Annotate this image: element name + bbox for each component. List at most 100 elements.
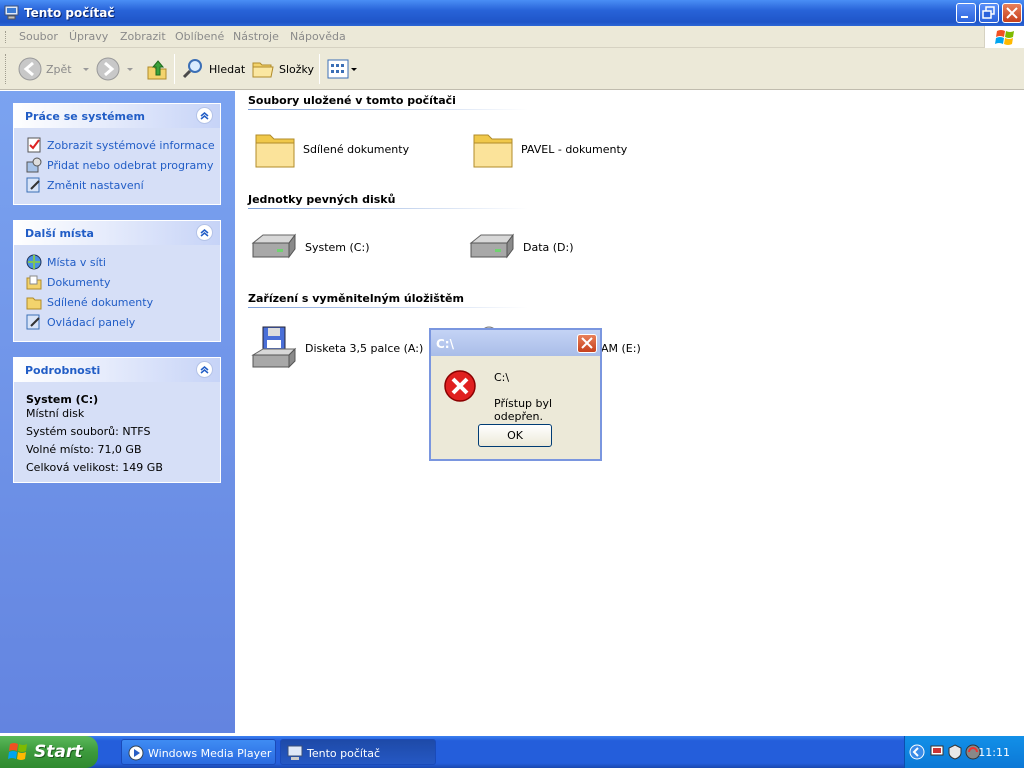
close-button[interactable] (1002, 3, 1022, 23)
start-label: Start (34, 742, 83, 762)
dialog-close-button[interactable] (577, 334, 597, 353)
start-button[interactable]: Start (0, 736, 98, 768)
forward-arrow-icon (96, 57, 120, 81)
drive-item[interactable]: System (C:) (249, 231, 370, 263)
task-label: Windows Media Player (148, 747, 272, 760)
other-places-header[interactable]: Další místa (14, 221, 220, 245)
change-setting-link[interactable]: Změnit nastavení (26, 177, 144, 193)
details-type: Místní disk (26, 407, 85, 420)
menu-grip (5, 31, 8, 43)
media-player-icon (128, 745, 144, 761)
shared-documents-link[interactable]: Sdílené dokumenty (26, 294, 153, 310)
search-icon (182, 59, 202, 79)
minimize-button[interactable] (956, 3, 976, 23)
collapse-button[interactable] (196, 224, 213, 241)
section-title: Jednotky pevných disků (248, 193, 396, 206)
menu-file[interactable]: Soubor (19, 30, 58, 43)
system-tasks-title: Práce se systémem (25, 110, 145, 123)
views-button[interactable] (326, 57, 358, 81)
details-total-size: Celková velikost: 149 GB (26, 461, 163, 474)
file-view: Soubory uložené v tomto počítači Sdílené… (235, 91, 1024, 733)
windows-flag-icon (995, 30, 1014, 45)
drive-item[interactable]: Data (D:) (467, 231, 574, 263)
dialog-title-bar[interactable]: C:\ (431, 330, 600, 356)
details-title: Podrobnosti (25, 364, 101, 377)
back-arrow-icon (18, 57, 42, 81)
clock: 11:11 (978, 746, 1010, 759)
add-remove-programs-link[interactable]: Přidat nebo odebrat programy (26, 157, 214, 173)
section-title: Soubory uložené v tomto počítači (248, 94, 456, 107)
drive-item[interactable]: Disketa 3,5 palce (A:) (249, 325, 423, 371)
taskbar: Start Windows Media Player Tento počítač… (0, 736, 1024, 768)
folders-label: Složky (279, 62, 315, 76)
item-label: AM (E:) (601, 341, 641, 355)
menu-edit[interactable]: Úpravy (69, 30, 108, 43)
security-shield-icon[interactable] (947, 744, 963, 760)
add-remove-programs-icon (26, 157, 42, 173)
up-folder-button[interactable] (145, 57, 169, 81)
collapse-button[interactable] (196, 107, 213, 124)
dialog-title: C:\ (436, 337, 454, 351)
link-label: Místa v síti (47, 255, 106, 269)
search-label: Hledat (209, 62, 246, 76)
restore-icon (982, 6, 995, 19)
up-folder-icon (147, 60, 167, 80)
views-icon (327, 59, 349, 79)
show-hidden-icons-button[interactable] (909, 744, 925, 760)
ok-button[interactable]: OK (478, 424, 552, 447)
forward-button[interactable] (96, 57, 136, 81)
details-filesystem: Systém souborů: NTFS (26, 425, 151, 438)
dialog-message: Přístup byl odepřen. (494, 397, 553, 423)
network-icon[interactable] (929, 744, 945, 760)
folder-icon (26, 297, 42, 310)
collapse-button[interactable] (196, 361, 213, 378)
computer-icon (287, 745, 303, 760)
hard-drive-icon (251, 233, 296, 259)
search-button[interactable]: Hledat (181, 57, 245, 81)
system-tray: 11:11 (904, 736, 1024, 768)
system-tasks-header[interactable]: Práce se systémem (14, 104, 220, 128)
documents-link[interactable]: Dokumenty (26, 274, 110, 290)
control-panel-icon (26, 177, 40, 193)
toolbar-grip (5, 54, 8, 84)
window-title-bar[interactable]: Tento počítač (0, 0, 1024, 26)
view-system-info-link[interactable]: Zobrazit systémové informace (26, 137, 215, 153)
section-divider (248, 109, 528, 110)
item-label: Sdílené dokumenty (303, 142, 410, 156)
floppy-drive-icon (251, 326, 297, 369)
network-places-link[interactable]: Místa v síti (26, 254, 106, 270)
folder-item[interactable]: Sdílené dokumenty (253, 129, 409, 169)
section-title: Zařízení s vyměnitelným úložištěm (248, 292, 464, 305)
details-name: System (C:) (26, 393, 99, 406)
details-header[interactable]: Podrobnosti (14, 358, 220, 382)
folder-item[interactable]: PAVEL - dokumenty (471, 129, 627, 169)
system-info-icon (27, 137, 41, 153)
link-label: Dokumenty (47, 275, 111, 289)
chevron-down-icon (82, 68, 89, 71)
control-panel-link[interactable]: Ovládací panely (26, 314, 135, 330)
minimize-icon (961, 16, 968, 18)
section-divider (248, 208, 528, 209)
menu-help[interactable]: Nápověda (290, 30, 346, 43)
folder-icon (473, 134, 513, 168)
menu-favorites[interactable]: Oblíbené (175, 30, 224, 43)
menu-tools[interactable]: Nástroje (233, 30, 279, 43)
menu-bar: Soubor Úpravy Zobrazit Oblíbené Nástroje… (0, 26, 1024, 48)
task-label: Tento počítač (307, 747, 381, 760)
close-icon (1006, 7, 1018, 19)
back-button[interactable]: Zpět (18, 57, 92, 81)
menu-view[interactable]: Zobrazit (120, 30, 166, 43)
chevron-up-icon (200, 112, 209, 120)
link-label: Ovládací panely (47, 315, 136, 329)
restore-button[interactable] (979, 3, 999, 23)
item-label: PAVEL - dokumenty (521, 142, 628, 156)
folders-icon (252, 62, 274, 78)
folders-button[interactable]: Složky (251, 57, 314, 81)
toolbar-separator (319, 54, 320, 84)
error-dialog: C:\ C:\ Přístup byl odepřen. OK (429, 328, 602, 461)
item-label: System (C:) (305, 240, 370, 254)
task-windows-media-player[interactable]: Windows Media Player (121, 739, 276, 765)
documents-folder-icon (26, 275, 42, 290)
close-icon (581, 337, 593, 349)
task-my-computer[interactable]: Tento počítač (280, 739, 436, 765)
